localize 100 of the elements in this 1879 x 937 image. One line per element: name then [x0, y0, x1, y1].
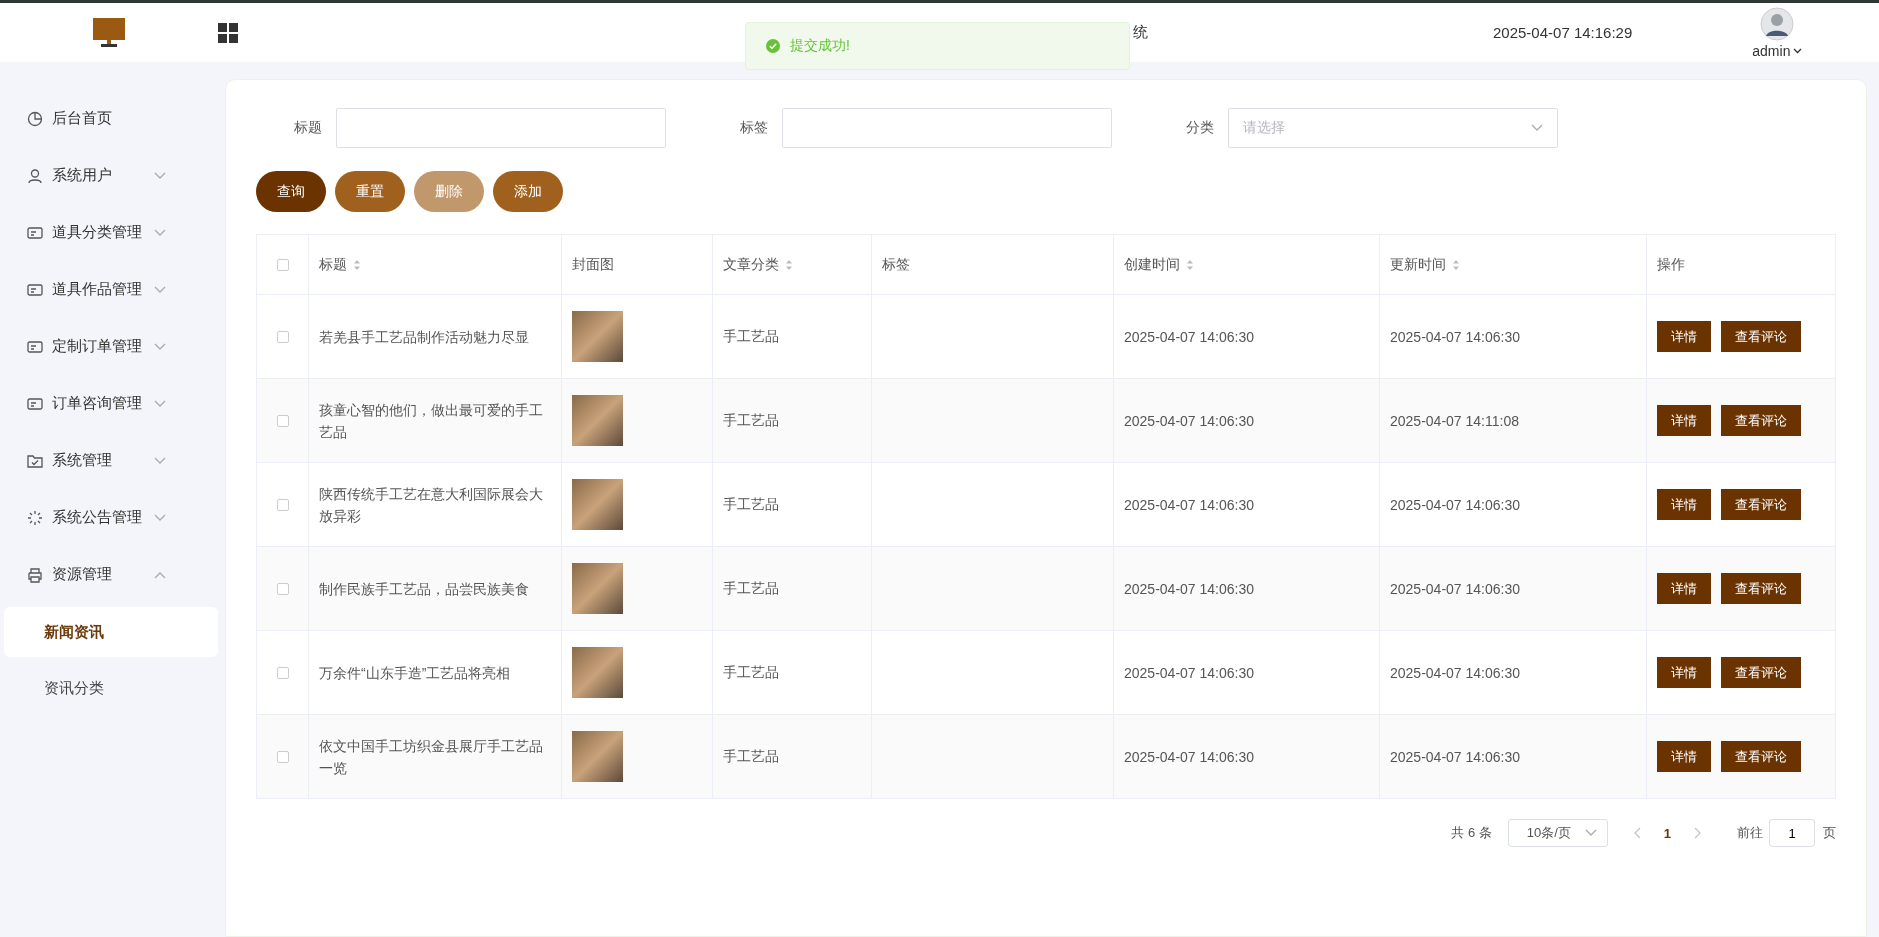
table-cell: 2025-04-07 14:06:30	[1124, 664, 1254, 681]
column-header[interactable]: 文章分类	[723, 255, 793, 274]
menu-item[interactable]: 系统用户	[0, 147, 218, 204]
checkbox[interactable]	[276, 750, 289, 763]
caret-icon	[1793, 47, 1803, 54]
photo-placeholder	[572, 647, 623, 698]
table-cell: 手工艺品	[723, 327, 779, 346]
table-cell: 2025-04-07 14:06:30	[1390, 328, 1520, 345]
check-circle-icon	[766, 39, 780, 53]
sort-icon[interactable]	[353, 258, 361, 271]
table-cell: 2025-04-07 14:06:30	[1124, 580, 1254, 597]
row-action-button[interactable]: 查看评论	[1721, 741, 1801, 772]
checkbox[interactable]	[276, 498, 289, 511]
toast-message: 提交成功!	[790, 37, 850, 55]
menu-item[interactable]: 系统公告管理	[0, 489, 218, 546]
submenu-item[interactable]: 资讯分类	[4, 663, 218, 713]
column-header[interactable]: 更新时间	[1390, 255, 1460, 274]
photo-placeholder	[572, 563, 623, 614]
page-size-select[interactable]: 10条/页	[1507, 819, 1608, 847]
menu-item[interactable]: 资源管理	[0, 546, 218, 603]
sort-icon[interactable]	[1186, 258, 1194, 271]
photo-placeholder	[572, 479, 623, 530]
menu-item[interactable]: 定制订单管理	[0, 318, 218, 375]
row-action-button[interactable]: 详情	[1657, 405, 1711, 436]
card-icon	[27, 338, 43, 355]
sparkle-icon	[27, 509, 43, 526]
next-page-icon[interactable]	[1693, 827, 1701, 839]
card-icon	[27, 281, 43, 298]
table-cell: 手工艺品	[723, 579, 779, 598]
table-cell-text: 依文中国手工坊织金县展厅手工艺品一览	[319, 736, 544, 778]
action-button[interactable]: 添加	[493, 171, 563, 212]
table-cell: 2025-04-07 14:11:08	[1390, 412, 1519, 429]
submenu-item[interactable]: 新闻资讯	[4, 607, 218, 657]
avatar-icon[interactable]	[1760, 6, 1795, 41]
checkbox[interactable]	[276, 258, 289, 271]
table-cell: 手工艺品	[723, 411, 779, 430]
table-cell: 2025-04-07 14:06:30	[1124, 412, 1254, 429]
row-action-button[interactable]: 详情	[1657, 657, 1711, 688]
monitor-icon	[93, 17, 125, 48]
menu-item[interactable]: 订单咨询管理	[0, 375, 218, 432]
prev-page-icon[interactable]	[1633, 827, 1642, 839]
table-cell: 2025-04-07 14:06:30	[1390, 664, 1520, 681]
column-header: 封面图	[572, 255, 614, 274]
table-cell: 手工艺品	[723, 663, 779, 682]
row-action-button[interactable]: 详情	[1657, 489, 1711, 520]
row-action-button[interactable]: 查看评论	[1721, 405, 1801, 436]
row-action-button[interactable]: 查看评论	[1721, 321, 1801, 352]
row-action-button[interactable]: 查看评论	[1721, 657, 1801, 688]
action-button[interactable]: 重置	[335, 171, 405, 212]
table-cell: 2025-04-07 14:06:30	[1124, 328, 1254, 345]
filter-label: 分类	[1185, 119, 1215, 137]
total-count: 共 6 条	[1451, 824, 1492, 842]
printer-icon	[27, 566, 43, 583]
table-cell-text: 陕西传统手工艺在意大利国际展会大放异彩	[319, 484, 544, 526]
search-field[interactable]	[782, 108, 1112, 148]
table-cell: 2025-04-07 14:06:30	[1390, 748, 1520, 765]
current-datetime: 2025-04-07 14:16:29	[1493, 24, 1633, 41]
user-icon	[27, 167, 43, 184]
table-cell: 2025-04-07 14:06:30	[1390, 496, 1520, 513]
menu-item[interactable]: 道具分类管理	[0, 204, 218, 261]
pie-chart-icon	[27, 110, 43, 127]
table-cell-text: 若羌县手工艺品制作活动魅力尽显	[319, 327, 529, 347]
filter-label: 标签	[739, 119, 769, 137]
chevron-icon	[1531, 124, 1543, 132]
user-menu[interactable]: admin	[1752, 42, 1803, 59]
goto-label: 前往	[1737, 824, 1763, 842]
chevron-icon	[1584, 829, 1597, 837]
photo-placeholder	[572, 311, 623, 362]
row-action-button[interactable]: 详情	[1657, 573, 1711, 604]
table-cell-text: 万余件“山东手造”工艺品将亮相	[319, 663, 511, 683]
card-icon	[27, 395, 43, 412]
row-action-button[interactable]: 查看评论	[1721, 573, 1801, 604]
checkbox[interactable]	[276, 330, 289, 343]
sort-icon[interactable]	[1452, 258, 1460, 271]
sort-icon[interactable]	[785, 258, 793, 271]
checkbox[interactable]	[276, 666, 289, 679]
column-header: 操作	[1657, 255, 1685, 274]
column-header[interactable]: 创建时间	[1124, 255, 1194, 274]
table-cell: 手工艺品	[723, 747, 779, 766]
table-cell: 2025-04-07 14:06:30	[1390, 580, 1520, 597]
menu-item[interactable]: 道具作品管理	[0, 261, 218, 318]
checkbox[interactable]	[276, 414, 289, 427]
table-cell-text: 制作民族手工艺品，品尝民族美食	[319, 579, 529, 599]
checkbox[interactable]	[276, 582, 289, 595]
row-action-button[interactable]: 详情	[1657, 321, 1711, 352]
menu-item[interactable]: 后台首页	[0, 90, 218, 147]
page-jump-field[interactable]: 1	[1769, 819, 1815, 847]
menu-item[interactable]: 系统管理	[0, 432, 218, 489]
table-cell-text: 孩童心智的他们，做出最可爱的手工艺品	[319, 400, 544, 442]
grid-icon[interactable]	[218, 22, 238, 43]
search-field[interactable]	[336, 108, 666, 148]
action-button[interactable]: 查询	[256, 171, 326, 212]
column-header: 标签	[882, 255, 910, 274]
column-header[interactable]: 标题	[319, 255, 361, 274]
page-number[interactable]: 1	[1663, 825, 1671, 841]
card-icon	[27, 224, 43, 241]
row-action-button[interactable]: 查看评论	[1721, 489, 1801, 520]
row-action-button[interactable]: 详情	[1657, 741, 1711, 772]
photo-placeholder	[572, 395, 623, 446]
photo-placeholder	[572, 731, 623, 782]
